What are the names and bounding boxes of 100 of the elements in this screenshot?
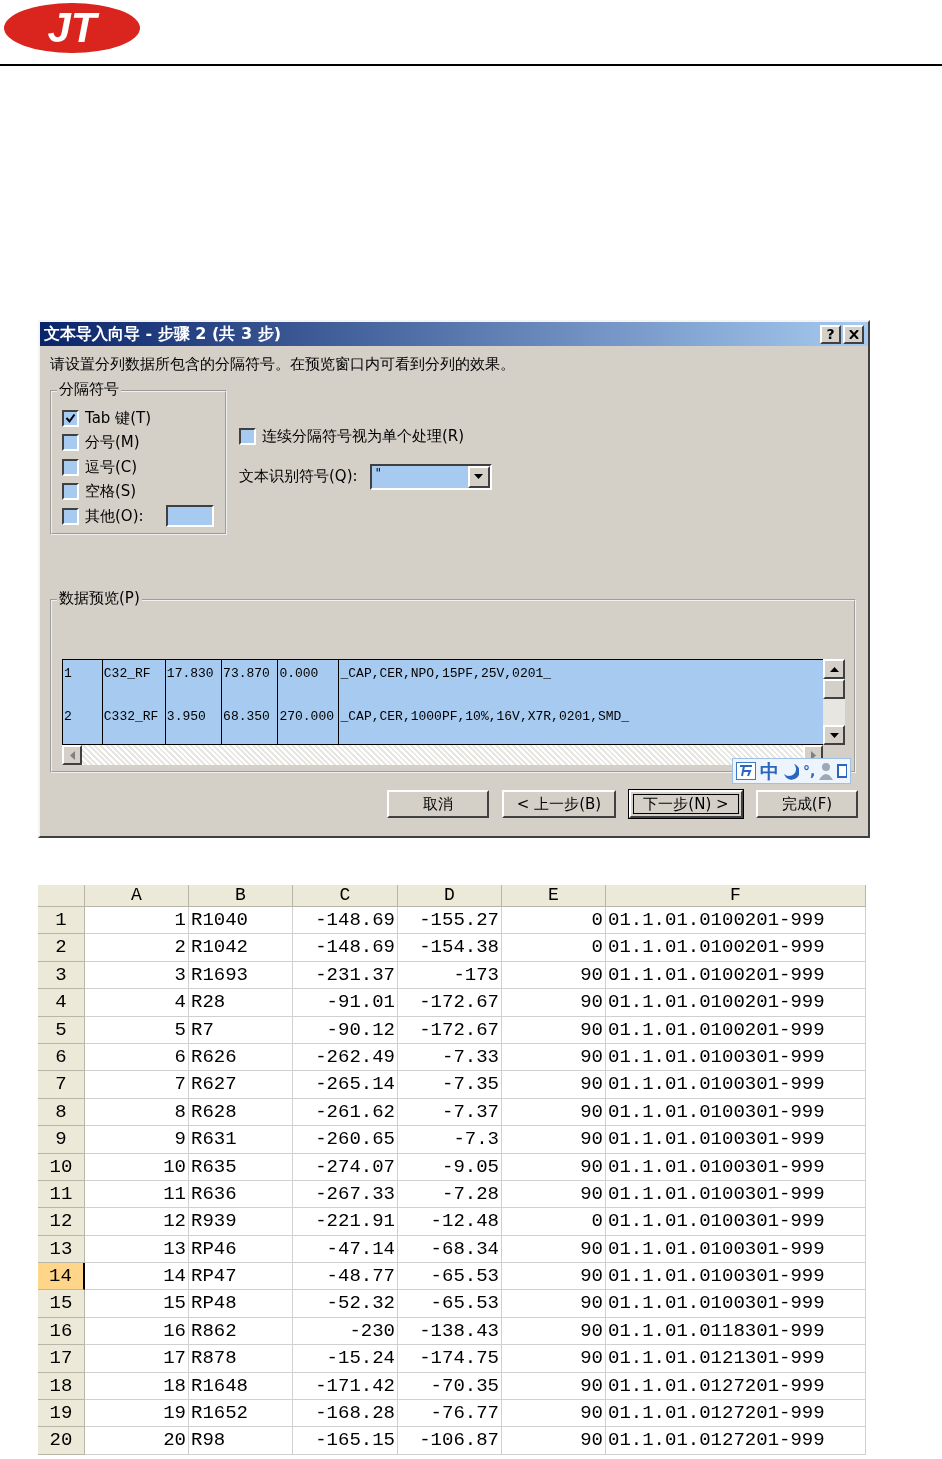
checkbox-label[interactable]: Tab 键(T) — [85, 408, 152, 428]
table-cell: R878 — [189, 1345, 293, 1373]
dropdown[interactable]: " — [369, 463, 492, 490]
table-cell: R626 — [189, 1043, 293, 1072]
table-cell: -267.33 — [293, 1180, 398, 1209]
row-header[interactable]: 13 — [38, 1235, 85, 1264]
table-cell: -174.75 — [398, 1345, 502, 1373]
table-cell: 01.1.01.0127201-999 — [606, 1427, 866, 1455]
table-cell: -91.01 — [293, 989, 398, 1017]
table-cell: 18 — [85, 1372, 189, 1401]
row-header[interactable]: 20 — [38, 1427, 85, 1455]
table-cell: 01.1.01.0100301-999 — [606, 1263, 866, 1291]
row-header[interactable]: 16 — [38, 1317, 85, 1346]
row-header[interactable]: 7 — [38, 1071, 85, 1099]
moon-icon[interactable] — [783, 762, 799, 780]
table-cell: -260.65 — [293, 1126, 398, 1154]
checkbox[interactable] — [62, 507, 79, 525]
table-cell: -274.07 — [293, 1153, 398, 1181]
row-header[interactable]: 18 — [38, 1372, 85, 1401]
table-cell: R939 — [189, 1208, 293, 1236]
row-header[interactable]: 1 — [38, 907, 85, 935]
table-cell: 90 — [502, 1427, 606, 1455]
table-cell: 13 — [85, 1235, 189, 1264]
table-cell: -106.87 — [398, 1427, 502, 1455]
checkbox-label[interactable]: 逗号(C) — [85, 457, 138, 477]
dialog-button[interactable]: 完成(F) — [756, 790, 858, 818]
row-header[interactable]: 14 — [38, 1263, 85, 1291]
vertical-scrollbar[interactable] — [823, 659, 845, 745]
row-header[interactable]: 2 — [38, 934, 85, 962]
checkbox-label[interactable]: 其他(O): — [85, 506, 144, 526]
table-cell: 01.1.01.0100301-999 — [606, 1071, 866, 1099]
row-header[interactable]: 8 — [38, 1098, 85, 1127]
input-mode-icon[interactable] — [736, 762, 756, 780]
table-cell: 20 — [85, 1427, 189, 1455]
preview-cell: 0.000 — [278, 660, 340, 703]
table-cell: R635 — [189, 1153, 293, 1181]
table-cell: -90.12 — [293, 1016, 398, 1044]
table-cell: 01.1.01.0100201-999 — [606, 989, 866, 1017]
table-cell: -138.43 — [398, 1317, 502, 1346]
column-header[interactable]: E — [502, 885, 606, 907]
checkbox[interactable] — [62, 409, 79, 427]
table-cell: -172.67 — [398, 1016, 502, 1044]
keyboard-icon[interactable] — [837, 762, 848, 780]
checkbox-label[interactable]: 分号(M) — [85, 433, 140, 453]
table-cell: -172.67 — [398, 989, 502, 1017]
table-cell: 5 — [85, 1016, 189, 1044]
help-button[interactable]: ? — [820, 324, 841, 344]
caret-icon — [474, 474, 484, 479]
logo: JT — [3, 2, 141, 54]
row-header[interactable]: 19 — [38, 1400, 85, 1428]
table-cell: -7.28 — [398, 1180, 502, 1209]
table-cell: 17 — [85, 1345, 189, 1373]
language-indicator[interactable]: 中 — [760, 761, 779, 781]
column-header[interactable]: B — [189, 885, 293, 907]
checkbox-label[interactable]: 连续分隔符号视为单个处理(R) — [262, 426, 465, 446]
column-header[interactable]: C — [293, 885, 398, 907]
row-header[interactable]: 6 — [38, 1043, 85, 1072]
dialog-button[interactable]: 下一步(N) > — [629, 790, 743, 818]
row-header[interactable]: 15 — [38, 1290, 85, 1318]
checkbox[interactable] — [239, 427, 256, 445]
close-button[interactable] — [843, 324, 864, 344]
table-cell: 90 — [502, 1400, 606, 1428]
row-header[interactable]: 4 — [38, 989, 85, 1017]
row-header[interactable]: 3 — [38, 961, 85, 990]
table-cell: 90 — [502, 1043, 606, 1072]
dialog-button[interactable]: < 上一步(B) — [502, 790, 616, 818]
column-header[interactable]: D — [398, 885, 502, 907]
row-header[interactable]: 9 — [38, 1126, 85, 1154]
table-cell: R1652 — [189, 1400, 293, 1428]
table-cell: -65.53 — [398, 1263, 502, 1291]
preview-cell: 73.870 — [222, 660, 279, 703]
table-cell: R628 — [189, 1098, 293, 1127]
scroll-thumb[interactable] — [823, 679, 845, 699]
table-cell: R636 — [189, 1180, 293, 1209]
dialog-button[interactable]: 取消 — [387, 790, 489, 818]
preview-cell: 1 — [63, 660, 103, 703]
table-cell: -70.35 — [398, 1372, 502, 1401]
checkbox[interactable] — [62, 483, 79, 501]
table-cell: -165.15 — [293, 1427, 398, 1455]
column-header[interactable]: A — [85, 885, 189, 907]
checkbox[interactable] — [62, 458, 79, 476]
preview-cell-text: _CAP,CER,NPO,15PF,25V,0201_ — [339, 665, 553, 683]
row-header[interactable]: 11 — [38, 1180, 85, 1209]
row-header[interactable]: 5 — [38, 1016, 85, 1044]
table-cell: 10 — [85, 1153, 189, 1181]
input-field[interactable] — [165, 505, 214, 528]
table-cell: 90 — [502, 1345, 606, 1373]
punctuation-indicator[interactable]: °, — [803, 764, 816, 778]
table-cell: 01.1.01.0100301-999 — [606, 1180, 866, 1209]
table-cell: 01.1.01.0118301-999 — [606, 1317, 866, 1346]
checkbox-label[interactable]: 空格(S) — [85, 482, 137, 502]
table-cell: -12.48 — [398, 1208, 502, 1236]
column-header[interactable]: F — [606, 885, 866, 907]
checkbox[interactable] — [62, 434, 79, 452]
row-header[interactable]: 10 — [38, 1153, 85, 1181]
row-header[interactable]: 17 — [38, 1345, 85, 1373]
row-header[interactable]: 12 — [38, 1208, 85, 1236]
table-cell: -261.62 — [293, 1098, 398, 1127]
table-cell: 01.1.01.0100301-999 — [606, 1126, 866, 1154]
group-legend: 数据预览(P) — [57, 589, 142, 608]
